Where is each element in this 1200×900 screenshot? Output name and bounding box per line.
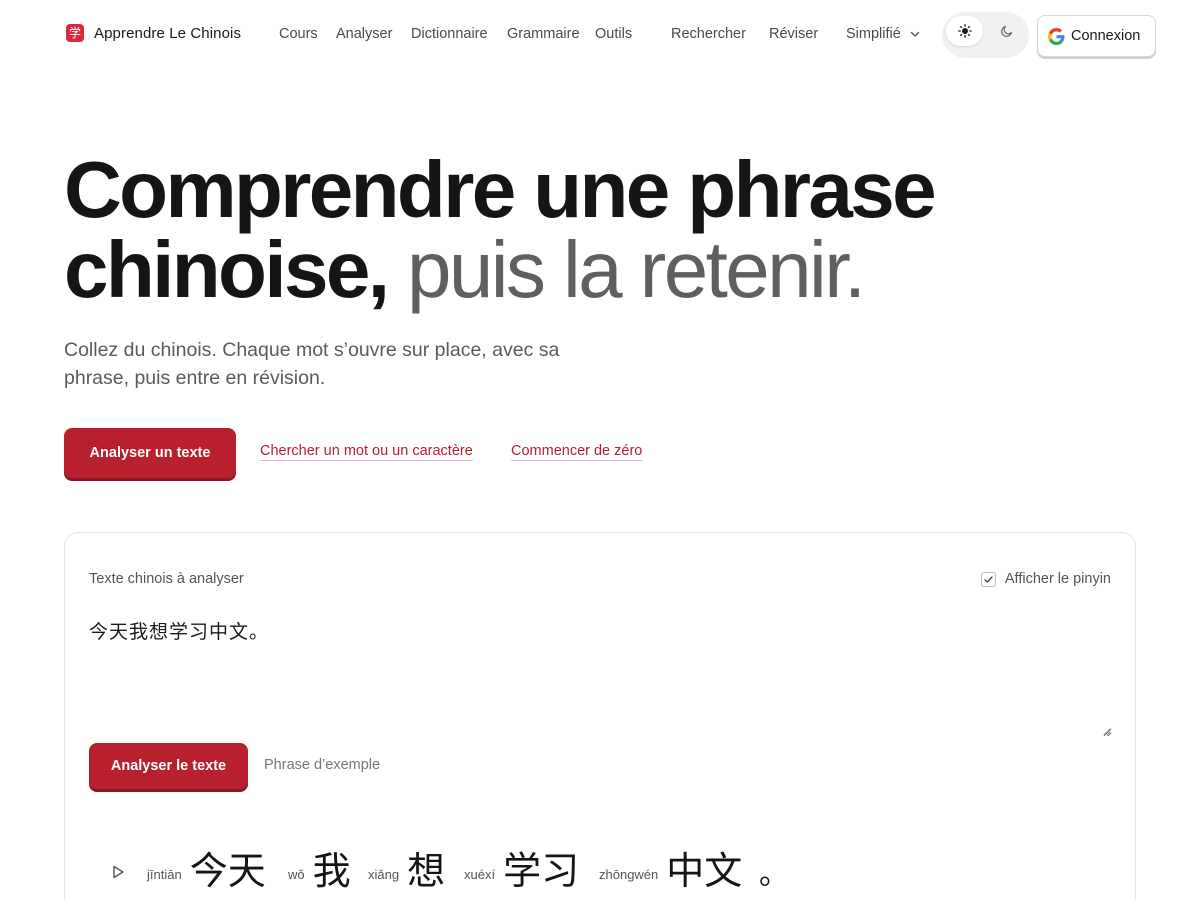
nav-item-outils[interactable]: Outils bbox=[595, 26, 632, 42]
login-button-label: Connexion bbox=[1071, 28, 1141, 44]
token-pinyin: wǒ bbox=[288, 866, 305, 882]
brand-logo-icon: 学 bbox=[66, 24, 84, 42]
sun-icon bbox=[957, 24, 972, 38]
token-hanzi: 我 bbox=[312, 849, 351, 893]
play-icon[interactable] bbox=[109, 863, 127, 881]
hero-title: Comprendre une phrase chinoise, puis la … bbox=[64, 150, 1064, 310]
token-pinyin: xuéxí bbox=[464, 866, 496, 882]
analyze-text-cta-button[interactable]: Analyser un texte bbox=[64, 428, 236, 478]
token-word[interactable]: xuéxí 学习 bbox=[464, 843, 579, 899]
nav-item-cours[interactable]: Cours bbox=[279, 26, 318, 42]
nav-item-rechercher[interactable]: Rechercher bbox=[671, 26, 746, 42]
token-word[interactable]: xiǎng 想 bbox=[368, 843, 445, 899]
resize-grip-icon[interactable] bbox=[1101, 726, 1111, 736]
brand[interactable]: 学 Apprendre Le Chinois bbox=[66, 24, 241, 42]
token-pinyin: xiǎng bbox=[368, 866, 400, 882]
start-from-zero-link[interactable]: Commencer de zéro bbox=[511, 443, 643, 461]
show-pinyin-label: Afficher le pinyin bbox=[1004, 571, 1111, 587]
login-button[interactable]: Connexion bbox=[1037, 15, 1156, 57]
token-hanzi: 学习 bbox=[503, 849, 580, 893]
analyzer-label: Texte chinois à analyser bbox=[89, 571, 244, 587]
token-word[interactable]: jīntiān 今天 bbox=[147, 843, 266, 899]
token-hanzi: 中文 bbox=[666, 849, 743, 893]
nav-item-grammaire[interactable]: Grammaire bbox=[507, 26, 580, 42]
token-hanzi: 想 bbox=[407, 849, 446, 893]
analyze-text-button[interactable]: Analyser le texte bbox=[89, 743, 248, 789]
token-word[interactable]: zhōngwén 中文 bbox=[599, 843, 742, 899]
analyzer-card: Texte chinois à analyser Afficher le pin… bbox=[64, 532, 1136, 900]
token-word[interactable]: wǒ 我 bbox=[288, 843, 351, 899]
chinese-text-input[interactable]: 今天我想学习中文。 bbox=[89, 617, 1112, 737]
show-pinyin-toggle[interactable]: Afficher le pinyin bbox=[980, 571, 1111, 587]
brand-name: Apprendre Le Chinois bbox=[94, 24, 242, 42]
top-header: 学 Apprendre Le Chinois Cours Analyser Di… bbox=[0, 0, 1200, 70]
example-sentence-link[interactable]: Phrase d’exemple bbox=[264, 757, 380, 773]
nav-item-analyser[interactable]: Analyser bbox=[336, 26, 392, 42]
token-pinyin: zhōngwén bbox=[599, 866, 659, 882]
token-pinyin: jīntiān bbox=[147, 866, 182, 882]
token-hanzi: 今天 bbox=[189, 849, 266, 893]
moon-icon bbox=[1000, 25, 1012, 37]
chevron-down-icon bbox=[910, 31, 919, 37]
theme-dark-button[interactable] bbox=[988, 16, 1025, 46]
hero-title-muted: puis la retenir. bbox=[407, 225, 866, 314]
token-punctuation: 。 bbox=[759, 857, 789, 892]
theme-toggle bbox=[942, 12, 1029, 58]
search-word-link[interactable]: Chercher un mot ou un caractère bbox=[260, 443, 473, 461]
nav-item-reviser[interactable]: Réviser bbox=[769, 26, 818, 42]
show-pinyin-checkbox[interactable] bbox=[980, 571, 996, 587]
script-select-value: Simplifié bbox=[846, 26, 901, 42]
check-icon bbox=[984, 575, 993, 583]
script-select[interactable]: Simplifié bbox=[846, 26, 921, 42]
theme-light-button[interactable] bbox=[946, 16, 983, 46]
hero-subtitle: Collez du chinois. Chaque mot s’ouvre su… bbox=[64, 339, 560, 389]
google-icon bbox=[1048, 27, 1065, 45]
nav-item-dictionnaire[interactable]: Dictionnaire bbox=[411, 26, 488, 42]
